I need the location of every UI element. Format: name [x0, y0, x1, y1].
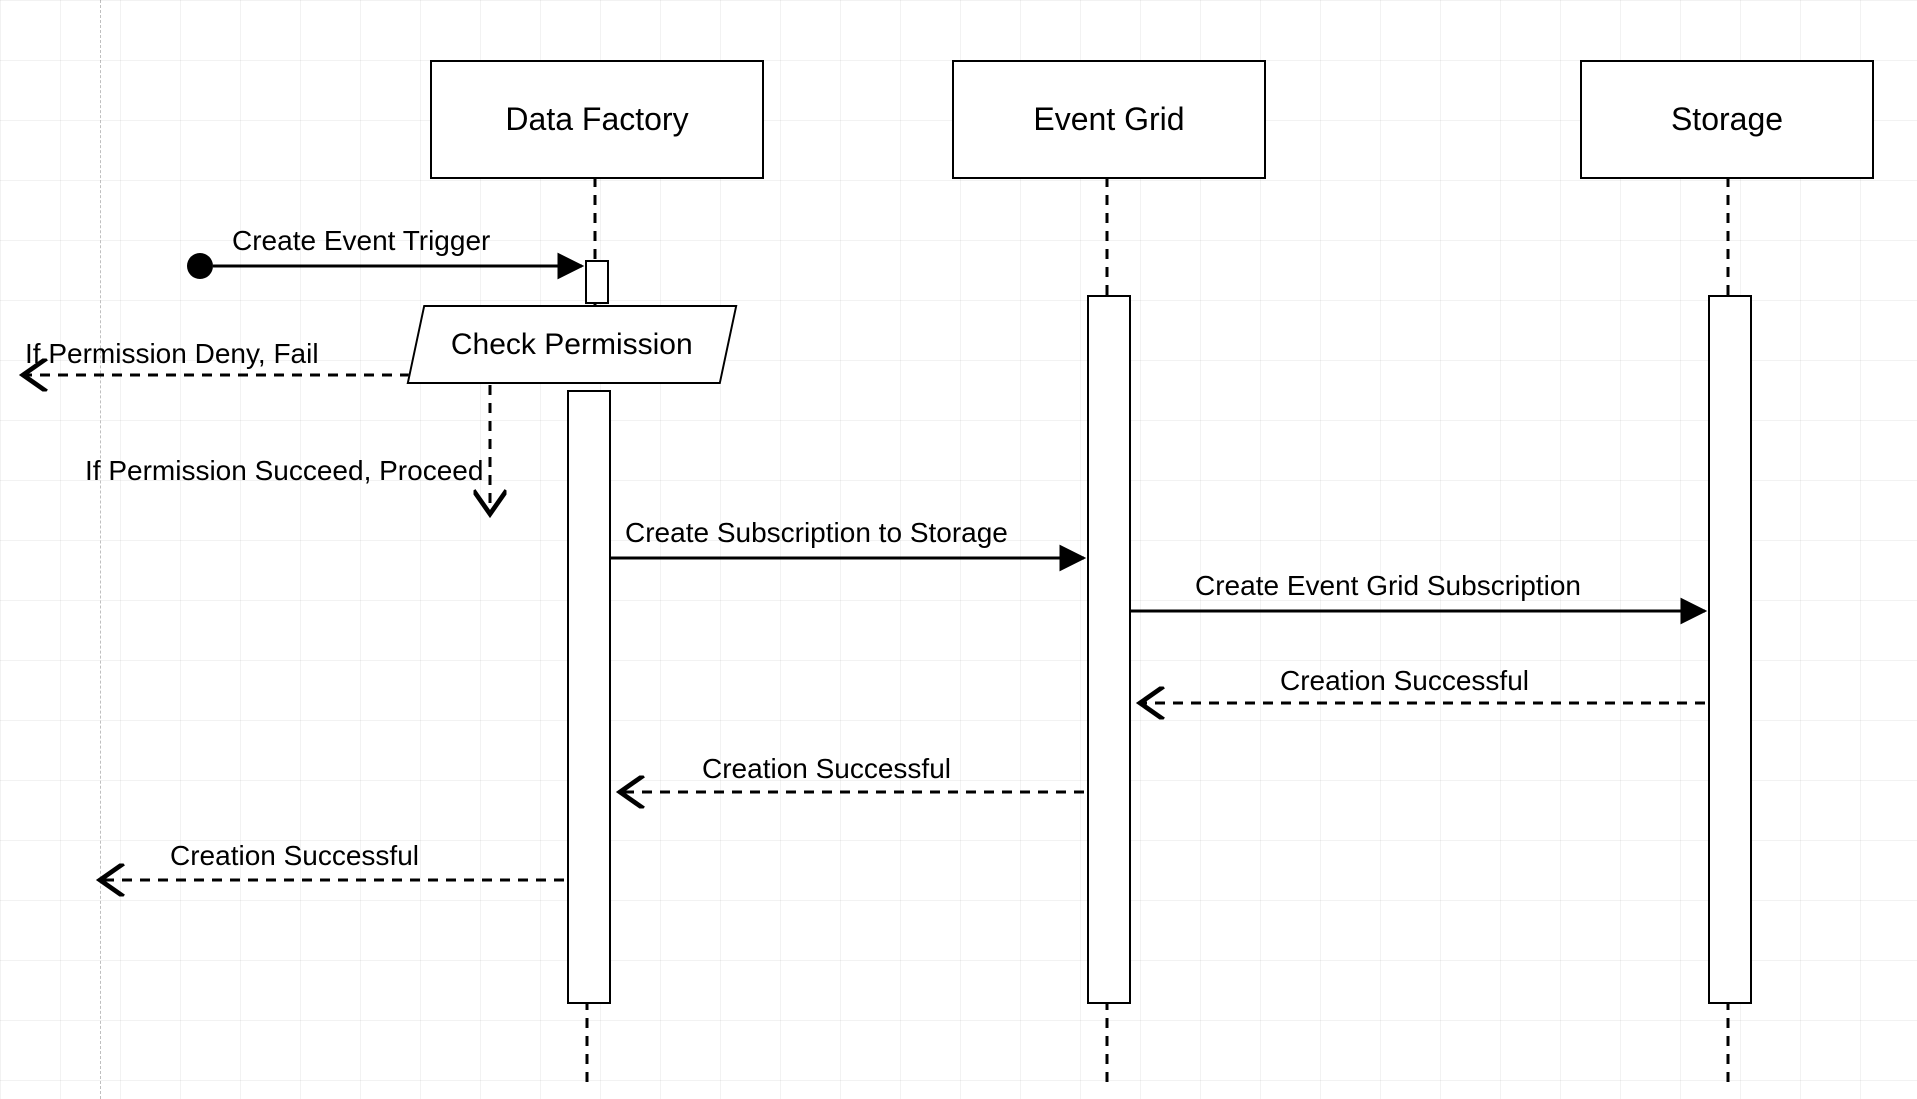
start-node-icon [187, 253, 213, 279]
msg-df-to-actor-return-label: Creation Successful [170, 840, 419, 872]
msg-eg-to-df-return-label: Creation Successful [702, 753, 951, 785]
msg-df-to-eg-label: Create Subscription to Storage [625, 517, 1008, 549]
lifeline-label: Data Factory [505, 101, 688, 138]
activation-storage [1708, 295, 1752, 1004]
branch-deny-label: If Permission Deny, Fail [25, 338, 319, 370]
lifeline-label: Event Grid [1033, 101, 1184, 138]
lifeline-event-grid: Event Grid [952, 60, 1266, 179]
lifeline-data-factory: Data Factory [430, 60, 764, 179]
branch-succeed-label: If Permission Succeed, Proceed [85, 455, 483, 487]
msg-create-event-trigger-label: Create Event Trigger [232, 225, 490, 257]
msg-storage-to-eg-return-label: Creation Successful [1280, 665, 1529, 697]
decision-check-permission: Check Permission [407, 305, 738, 384]
activation-data-factory-main [567, 390, 611, 1004]
activation-data-factory-initial [585, 260, 609, 304]
msg-eg-to-storage-label: Create Event Grid Subscription [1195, 570, 1581, 602]
decision-label: Check Permission [451, 328, 693, 362]
lifeline-label: Storage [1671, 101, 1783, 138]
activation-event-grid [1087, 295, 1131, 1004]
lifeline-storage: Storage [1580, 60, 1874, 179]
